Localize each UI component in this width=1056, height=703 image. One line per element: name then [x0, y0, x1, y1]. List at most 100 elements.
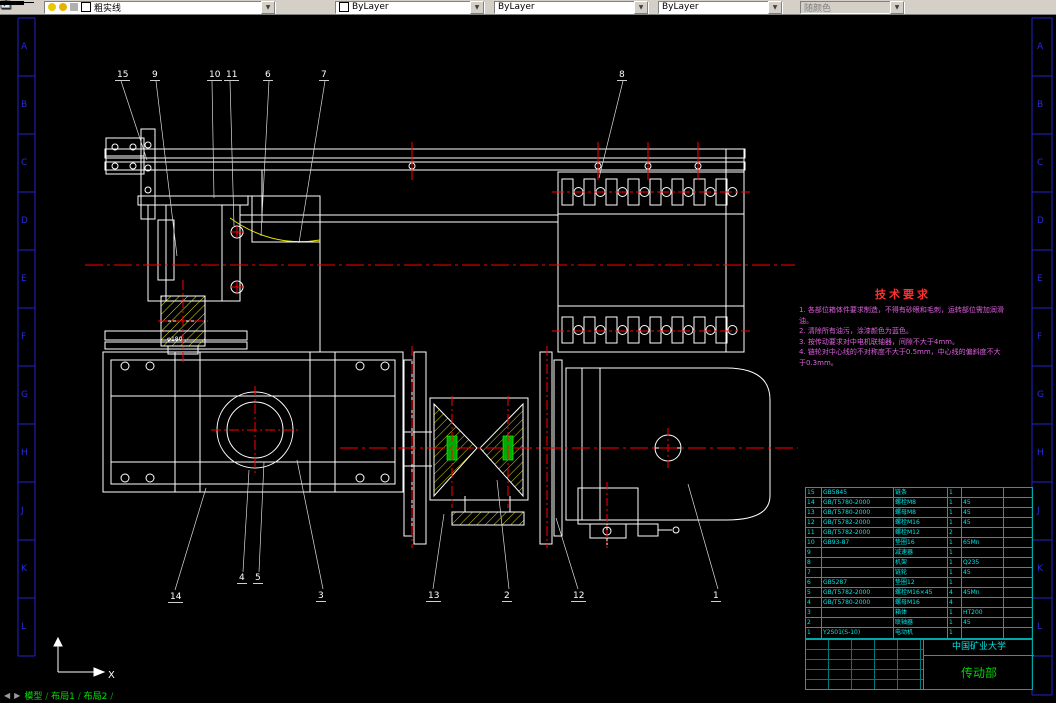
parts-list-cell: 垫圈12 — [894, 578, 948, 588]
parts-list-cell: 1 — [948, 488, 962, 498]
layer-previous-icon[interactable] — [0, 0, 318, 14]
parts-list-cell: 螺母M8 — [894, 508, 948, 518]
parts-list-row: 14 GB/T5780-2000 螺栓M8 1 45 — [806, 498, 1032, 508]
parts-list-row: 11 GB/T5782-2000 螺栓M12 2 — [806, 528, 1032, 538]
parts-list-cell: 1 — [948, 558, 962, 568]
parts-list-cell: 螺栓M16 — [894, 518, 948, 528]
parts-list-cell — [1004, 628, 1032, 638]
chevron-down-icon[interactable]: ▼ — [261, 0, 275, 14]
zone-letter: E — [1037, 274, 1043, 284]
tab-separator: / — [107, 692, 114, 702]
parts-list-row: 5 GB/T5782-2000 螺栓M16×45 4 45Mn — [806, 588, 1032, 598]
parts-list-cell — [962, 548, 1004, 558]
parts-list-cell: 45 — [962, 518, 1004, 528]
parts-list-cell: 1 — [806, 628, 822, 638]
parts-list-cell — [1004, 538, 1032, 548]
parts-list-row: 2 联轴器 1 45 — [806, 618, 1032, 628]
technical-requirement-line: 1. 各部位箱体件要求制造，不得有砂眼和毛刺，运转部位需加润滑油。 — [799, 306, 1004, 325]
current-linetype-name: ByLayer — [498, 2, 535, 12]
current-plotstyle-name: 随颜色 — [804, 3, 832, 14]
parts-list-cell — [1004, 598, 1032, 608]
parts-list-cell: 1 — [948, 578, 962, 588]
lock-icon[interactable] — [70, 3, 78, 11]
layout-tab[interactable]: 布局2 — [84, 692, 108, 702]
parts-list-cell: GB93-87 — [822, 538, 894, 548]
zone-letter: G — [21, 390, 28, 400]
parts-list-cell: 1 — [948, 628, 962, 638]
parts-list-cell: 机架 — [894, 558, 948, 568]
zone-letter: B — [21, 100, 28, 110]
parts-list-cell: GB/T5782-2000 — [822, 518, 894, 528]
tab-separator: / — [74, 692, 84, 702]
layer-color-swatch — [81, 2, 91, 12]
chevron-down-icon[interactable]: ▼ — [768, 0, 782, 14]
parts-list-cell: 1 — [948, 608, 962, 618]
zone-letter: G — [1037, 390, 1044, 400]
parts-list-cell: 链条 — [894, 488, 948, 498]
parts-list-cell: Y2S01(S-10) — [822, 628, 894, 638]
parts-list-cell: GB/T5782-2000 — [822, 588, 894, 598]
chevron-down-icon[interactable]: ▼ — [470, 0, 484, 14]
parts-list-cell: 1 — [948, 538, 962, 548]
parts-list-cell: 链轮 — [894, 568, 948, 578]
parts-list-cell: 45 — [962, 508, 1004, 518]
layout-tab[interactable]: 布局1 — [51, 692, 75, 702]
parts-list-row: 9 减速器 1 — [806, 548, 1032, 558]
parts-list-row: 13 GB/T5780-2000 螺母M8 1 45 — [806, 508, 1032, 518]
part-callout: 6 — [263, 70, 273, 81]
zone-letter: D — [1037, 216, 1044, 226]
freeze-icon[interactable] — [59, 3, 67, 11]
zone-letter: C — [21, 158, 28, 168]
parts-list-cell — [1004, 578, 1032, 588]
linetype-select[interactable]: ByLayer ▼ — [0, 0, 649, 14]
parts-list-cell: 联轴器 — [894, 618, 948, 628]
technical-requirements-body: 1. 各部位箱体件要求制造，不得有砂眼和毛刺，运转部位需加润滑油。 2. 清除所有… — [799, 305, 1007, 368]
parts-list-cell: 45Mn — [962, 588, 1004, 598]
parts-list-cell — [1004, 548, 1032, 558]
parts-list-cell: GB/T5780-2000 — [822, 498, 894, 508]
parts-list-cell: GB/T5780-2000 — [822, 508, 894, 518]
technical-requirement-line: 3. 按传动要求对中电机联轴器，间隙不大于4mm。 — [799, 337, 959, 346]
parts-list-cell: GB/T5780-2000 — [822, 598, 894, 608]
ucs-x-label: X — [108, 670, 115, 681]
parts-list-cell — [962, 528, 1004, 538]
parts-list-cell — [962, 488, 1004, 498]
parts-list-row: 3 箱体 1 HT200 — [806, 608, 1032, 618]
parts-list-row: 6 GB5287 垫圈12 1 — [806, 578, 1032, 588]
parts-list-cell: 12 — [806, 518, 822, 528]
hatched-parts — [160, 217, 525, 526]
drawing-title: 传动部 — [960, 666, 997, 680]
part-callout: 8 — [617, 70, 627, 81]
tab-scroll-left-icon[interactable]: ◀ — [4, 691, 10, 700]
parts-list-cell: 45 — [962, 498, 1004, 508]
parts-list-cell: 14 — [806, 498, 822, 508]
zone-letter: F — [1037, 332, 1043, 342]
color-select[interactable]: ByLayer ▼ — [335, 0, 485, 14]
parts-list-cell — [1004, 558, 1032, 568]
zone-letter: K — [21, 564, 27, 574]
current-layer-name: 粗实线 — [94, 3, 122, 14]
drawing-canvas[interactable]: φ180 X 15 9 10 11 6 7 8 14 4 5 3 13 2 12 1 AABBCCDDEEF… — [0, 0, 1056, 703]
parts-list-cell — [1004, 608, 1032, 618]
parts-list-cell — [822, 558, 894, 568]
tab-scroll-right-icon[interactable]: ▶ — [14, 691, 20, 700]
part-callout: 10 — [207, 70, 223, 81]
make-layer-current-icon[interactable] — [0, 0, 297, 14]
chevron-down-icon: ▼ — [890, 0, 904, 14]
parts-list-cell: 5 — [806, 588, 822, 598]
parts-list-cell: 1 — [948, 508, 962, 518]
parts-list-cell — [962, 598, 1004, 608]
lineweight-select[interactable]: ByLayer ▼ — [0, 0, 783, 14]
organization-name: 中国矿业大学 — [924, 640, 1034, 656]
part-callout: 5 — [253, 573, 263, 584]
layout-tabs: 模型 / 布局1 / 布局2 / — [24, 689, 113, 702]
chevron-down-icon[interactable]: ▼ — [634, 0, 648, 14]
zone-letter: A — [21, 42, 28, 52]
parts-list-cell — [1004, 488, 1032, 498]
layout-tab[interactable]: 模型 — [24, 692, 42, 702]
parts-list-cell: 1 — [948, 568, 962, 578]
parts-list-row: 8 机架 1 Q235 — [806, 558, 1032, 568]
bulb-icon[interactable] — [48, 3, 56, 11]
zone-letter: J — [21, 506, 24, 516]
layer-select[interactable]: 粗实线 ▼ — [44, 0, 276, 14]
